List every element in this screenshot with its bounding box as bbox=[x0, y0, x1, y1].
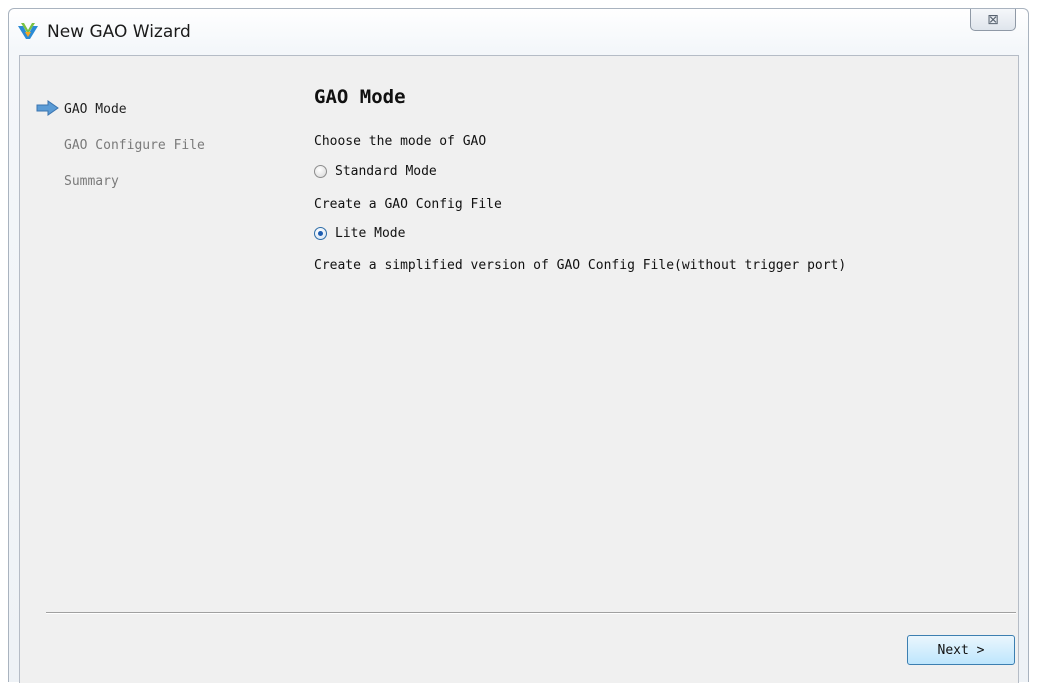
title-bar[interactable]: New GAO Wizard ⊠ bbox=[9, 9, 1028, 51]
standard-mode-label[interactable]: Standard Mode bbox=[335, 164, 437, 179]
mode-prompt: Choose the mode of GAO bbox=[314, 134, 487, 149]
lite-mode-label[interactable]: Lite Mode bbox=[335, 226, 405, 241]
wizard-window: New GAO Wizard ⊠ GAO Mode GAO Configure … bbox=[8, 8, 1029, 683]
wizard-content: GAO Mode GAO Configure File Summary GAO … bbox=[19, 55, 1019, 683]
close-button[interactable]: ⊠ bbox=[970, 9, 1016, 31]
lite-mode-description: Create a simplified version of GAO Confi… bbox=[314, 258, 847, 273]
close-icon: ⊠ bbox=[987, 11, 999, 28]
step-gao-mode: GAO Mode bbox=[64, 102, 127, 117]
next-button[interactable]: Next > bbox=[907, 635, 1015, 665]
standard-mode-radio[interactable]: Standard Mode bbox=[314, 164, 437, 179]
gowin-logo-icon bbox=[18, 23, 38, 39]
step-summary: Summary bbox=[64, 174, 119, 189]
standard-mode-description: Create a GAO Config File bbox=[314, 197, 502, 212]
step-gao-configure-file: GAO Configure File bbox=[64, 138, 205, 153]
lite-mode-radio[interactable]: Lite Mode bbox=[314, 226, 405, 241]
radio-button-checked[interactable] bbox=[314, 227, 327, 240]
window-title: New GAO Wizard bbox=[47, 22, 191, 42]
page-title: GAO Mode bbox=[314, 86, 406, 108]
current-step-arrow-icon bbox=[36, 100, 59, 116]
footer-divider bbox=[46, 612, 1016, 614]
radio-button-unchecked[interactable] bbox=[314, 165, 327, 178]
